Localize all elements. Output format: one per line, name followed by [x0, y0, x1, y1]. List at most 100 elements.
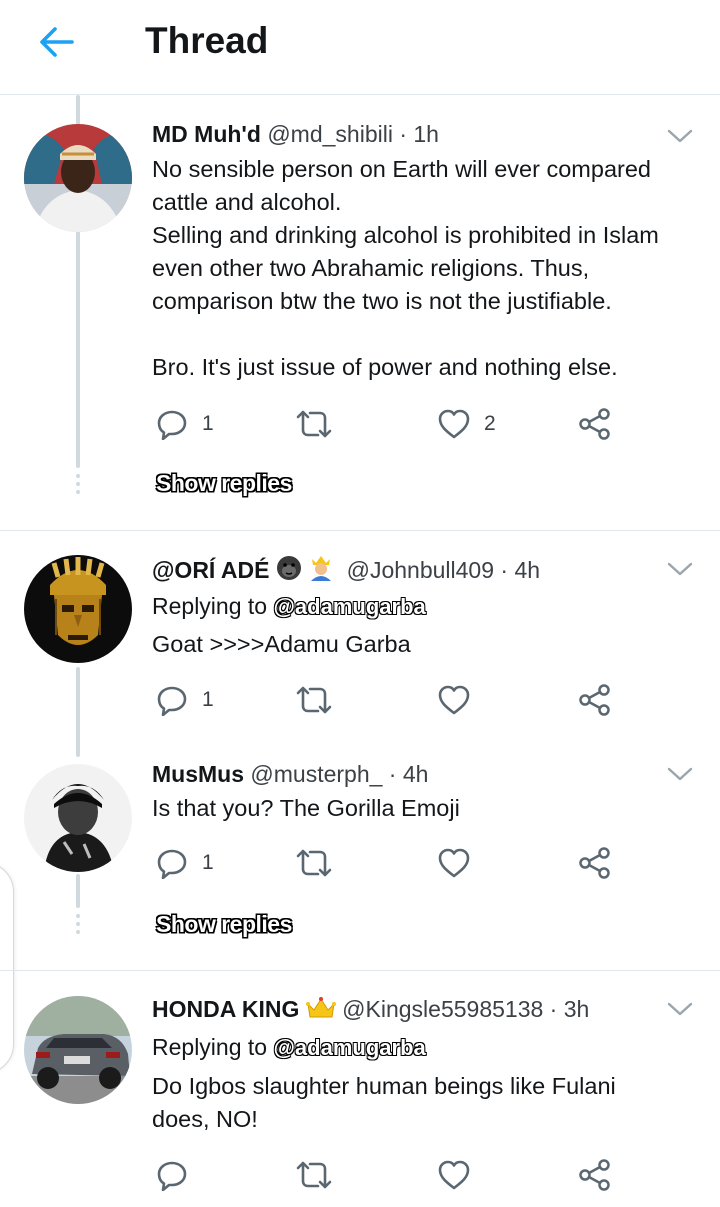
tweet-text-line [152, 318, 712, 351]
tweet-text: Do Igbos slaughter human beings like Ful… [152, 1073, 616, 1132]
tweet-header: HONDA KING @Kingsle55985138 · 3h [152, 994, 589, 1024]
heart-icon [438, 1160, 470, 1190]
reply-button[interactable]: 1 [156, 843, 214, 883]
user-handle[interactable]: @md_shibili [267, 121, 393, 147]
thread-ellipsis-dots [76, 914, 80, 938]
display-name[interactable]: HONDA KING [152, 996, 299, 1022]
avatar-photo-ori-ade [24, 555, 132, 663]
avatar-photo-md-muhd [24, 124, 132, 232]
retweet-icon [296, 849, 332, 877]
like-button[interactable] [438, 843, 470, 883]
avatar[interactable] [24, 555, 132, 663]
heart-icon [438, 409, 470, 439]
reply-count: 1 [202, 851, 214, 874]
thread-connector-line [76, 874, 80, 908]
share-icon [579, 684, 610, 716]
mention-link[interactable]: @adamugarba [273, 1035, 426, 1061]
tweet-header: @ORÍ ADÉ @Johnbull409 · 4h [152, 553, 540, 585]
tweet-actions [152, 1155, 622, 1195]
reply-button[interactable]: 1 [156, 404, 214, 444]
tweet-menu-button[interactable] [666, 559, 694, 579]
divider [0, 970, 720, 971]
chevron-down-icon [667, 767, 693, 781]
divider [0, 530, 720, 531]
side-panel-handle[interactable] [0, 862, 14, 1074]
reply-button[interactable]: 1 [156, 680, 214, 720]
thread-connector-line [76, 230, 80, 468]
reply-icon [157, 849, 187, 879]
avatar[interactable] [24, 996, 132, 1104]
tweet-menu-button[interactable] [666, 126, 694, 146]
reply-icon [157, 686, 187, 716]
like-button[interactable]: 2 [438, 404, 496, 444]
tweet-text-line: Bro. It's just issue of power and nothin… [152, 354, 618, 380]
retweet-button[interactable] [296, 680, 332, 720]
avatar-photo-musmus [24, 764, 132, 872]
replying-to-label: Replying to [152, 1034, 274, 1060]
chevron-down-icon [667, 1002, 693, 1016]
timestamp: · 1h [399, 121, 439, 147]
share-button[interactable] [578, 1155, 612, 1195]
crown-emoji-icon [305, 997, 336, 1018]
share-button[interactable] [578, 680, 612, 720]
timestamp: · 3h [549, 996, 590, 1022]
avatar[interactable] [24, 124, 132, 232]
user-handle[interactable]: @Kingsle55985138 [342, 996, 543, 1022]
heart-icon [438, 848, 470, 878]
retweet-icon [296, 686, 332, 714]
tweet-header: MusMus @musterph_ · 4h [152, 759, 428, 789]
thread-ellipsis-dots [76, 474, 80, 498]
retweet-button[interactable] [296, 404, 332, 444]
king-emoji-icon [311, 556, 332, 581]
retweet-icon [296, 1161, 332, 1189]
chevron-down-icon [667, 129, 693, 143]
page-title: Thread [145, 20, 269, 61]
mention-link[interactable]: @adamugarba [273, 594, 426, 620]
gorilla-emoji-icon [276, 556, 301, 580]
share-icon [579, 1159, 610, 1191]
show-replies-link[interactable]: Show replies [156, 911, 292, 938]
like-button[interactable] [438, 680, 470, 720]
tweet-text: Goat >>>>Adamu Garba [152, 631, 411, 657]
retweet-button[interactable] [296, 843, 332, 883]
heart-icon [438, 685, 470, 715]
avatar[interactable] [24, 764, 132, 872]
display-name[interactable]: @ORÍ ADÉ [152, 557, 269, 583]
tweet-menu-button[interactable] [666, 764, 694, 784]
back-button[interactable] [36, 22, 76, 62]
tweet-actions: 1 2 [152, 404, 622, 444]
share-icon [579, 408, 610, 440]
tweet-text: Is that you? The Gorilla Emoji [152, 795, 460, 821]
tweet-actions: 1 [152, 843, 622, 883]
share-icon [579, 847, 610, 879]
show-replies-link[interactable]: Show replies [156, 470, 292, 497]
tweet-text-line: Selling and drinking alcohol is prohibit… [152, 222, 659, 314]
like-button[interactable] [438, 1155, 470, 1195]
reply-count: 1 [202, 412, 214, 435]
top-app-bar: Thread [0, 0, 720, 95]
arrow-left-icon [40, 27, 74, 57]
replying-to: Replying to @adamugarba [152, 591, 426, 622]
reply-icon [157, 1161, 187, 1191]
tweet-header: MD Muh'd @md_shibili · 1h [152, 119, 439, 149]
timestamp: · 4h [388, 761, 429, 787]
replying-to-label: Replying to [152, 593, 274, 619]
share-button[interactable] [578, 843, 612, 883]
display-name[interactable]: MusMus [152, 761, 244, 787]
user-handle[interactable]: @Johnbull409 [347, 557, 494, 583]
retweet-icon [296, 410, 332, 438]
tweet-text-line: No sensible person on Earth will ever co… [152, 156, 651, 215]
share-button[interactable] [578, 404, 612, 444]
user-handle[interactable]: @musterph_ [250, 761, 382, 787]
tweet-text: No sensible person on Earth will ever co… [152, 153, 712, 384]
like-count: 2 [484, 412, 496, 435]
reply-count: 1 [202, 688, 214, 711]
thread-connector-line [76, 667, 80, 757]
reply-button[interactable] [156, 1155, 188, 1195]
tweet-menu-button[interactable] [666, 999, 694, 1019]
avatar-photo-honda-king [24, 996, 132, 1104]
retweet-button[interactable] [296, 1155, 332, 1195]
tweet-actions: 1 [152, 680, 622, 720]
display-name[interactable]: MD Muh'd [152, 121, 261, 147]
thread-connector-line [76, 95, 80, 127]
